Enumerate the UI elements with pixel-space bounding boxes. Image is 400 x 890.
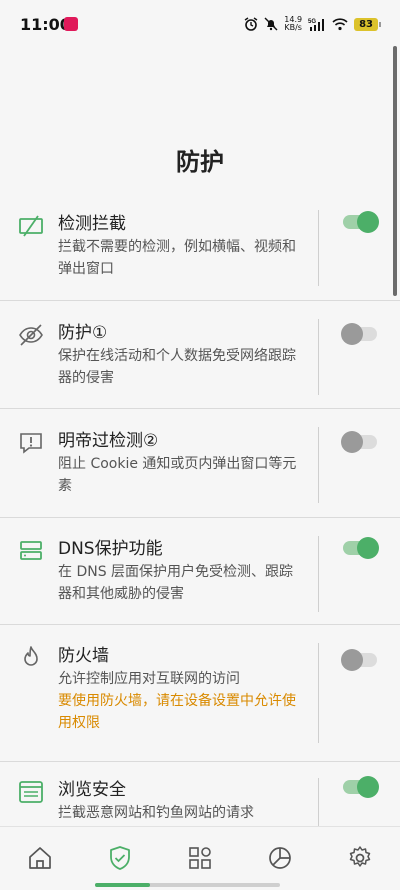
protection-list: 检测拦截 拦截不需要的检测，例如横幅、视频和弹出窗口 防护① 保护在线活动和个人…	[0, 196, 400, 852]
browser-icon	[19, 781, 43, 803]
signal-icon: 5G	[308, 19, 325, 31]
popup-alert-icon	[20, 433, 42, 454]
toggle-tracking-protection[interactable]	[341, 323, 377, 345]
network-type: 5G	[308, 19, 316, 25]
toggle-ad-blocking[interactable]	[343, 211, 379, 233]
divider	[318, 319, 319, 395]
item-title: DNS保护功能	[58, 539, 163, 559]
item-description: 拦截不需要的检测，例如横幅、视频和弹出窗口	[58, 239, 296, 277]
toggle-browsing-security[interactable]	[343, 776, 379, 798]
home-icon[interactable]	[27, 845, 53, 871]
net-speed: 14.9 KB/s	[284, 16, 302, 32]
item-title: 防护①	[58, 323, 108, 343]
item-title: 检测拦截	[58, 214, 126, 234]
gear-icon[interactable]	[347, 845, 373, 871]
page-title: 防护	[176, 148, 224, 176]
status-bar: 11:00 14.9 KB/s 5G 83	[0, 0, 400, 48]
flame-icon	[24, 646, 38, 666]
item-warning[interactable]: 要使用防火墙，请在设备设置中允许使用权限	[58, 690, 303, 734]
wifi-icon	[332, 18, 348, 31]
divider	[318, 536, 319, 612]
divider	[318, 427, 319, 503]
divider	[318, 643, 319, 743]
list-item-tracking-protection[interactable]: 防护① 保护在线活动和个人数据免受网络跟踪器的侵害	[0, 301, 400, 409]
gesture-bar	[95, 883, 280, 887]
item-title: 浏览安全	[58, 780, 126, 800]
blocked-ad-icon	[19, 215, 43, 237]
pie-chart-icon[interactable]	[267, 845, 293, 871]
toggle-annoyance-blocking[interactable]	[341, 431, 377, 453]
list-item-firewall[interactable]: 防火墙 允许控制应用对互联网的访问 要使用防火墙，请在设备设置中允许使用权限	[0, 625, 400, 762]
status-icons: 14.9 KB/s 5G 83	[244, 14, 381, 34]
toggle-dns-protection[interactable]	[343, 537, 379, 559]
list-item-annoyance-blocking[interactable]: 明帝过检测② 阻止 Cookie 通知或页内弹出窗口等元素	[0, 409, 400, 518]
item-description: 拦截恶意网站和钓鱼网站的请求	[58, 805, 254, 821]
item-description: 在 DNS 层面保护用户免受检测、跟踪器和其他威胁的侵害	[58, 564, 294, 602]
item-title: 明帝过检测②	[58, 431, 159, 451]
bottom-nav	[0, 826, 400, 890]
list-item-ad-blocking[interactable]: 检测拦截 拦截不需要的检测，例如横幅、视频和弹出窗口	[0, 196, 400, 301]
battery-indicator: 83	[354, 17, 381, 31]
app-notification-icon	[64, 17, 78, 31]
item-description: 允许控制应用对互联网的访问	[58, 671, 240, 687]
list-item-dns-protection[interactable]: DNS保护功能 在 DNS 层面保护用户免受检测、跟踪器和其他威胁的侵害	[0, 518, 400, 625]
item-description: 保护在线活动和个人数据免受网络跟踪器的侵害	[58, 348, 296, 386]
eye-off-icon	[19, 324, 43, 346]
item-description: 阻止 Cookie 通知或页内弹出窗口等元素	[58, 456, 297, 494]
mute-bell-icon	[264, 17, 278, 31]
apps-grid-icon[interactable]	[187, 845, 213, 871]
item-title: 防火墙	[58, 646, 109, 666]
alarm-icon	[244, 17, 258, 31]
net-speed-unit: KB/s	[284, 23, 302, 32]
divider	[318, 210, 319, 286]
shield-check-icon[interactable]	[107, 845, 133, 871]
toggle-firewall[interactable]	[341, 649, 377, 671]
dns-server-icon	[20, 541, 42, 560]
